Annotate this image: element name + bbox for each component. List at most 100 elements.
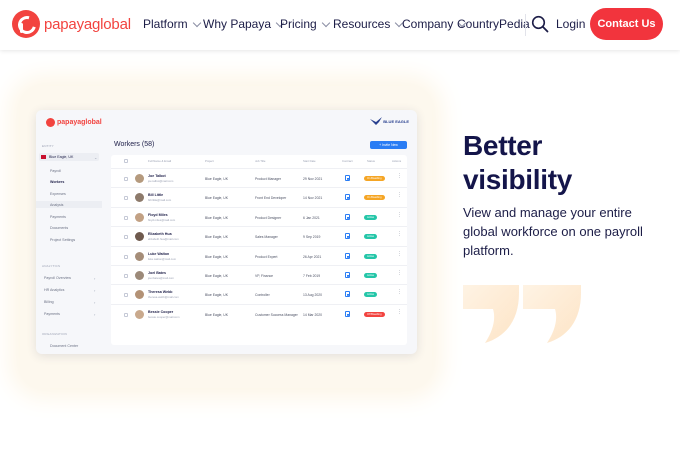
worker-start-date: 14 Mar 2020 — [303, 312, 323, 317]
contract-document-icon[interactable] — [345, 272, 350, 278]
mockup-logo-text: papayaglobal — [57, 119, 102, 126]
status-badge: Active — [364, 253, 378, 259]
sidebar-item[interactable]: HR Analytics — [44, 288, 64, 292]
worker-name: Joel Bates — [148, 271, 166, 275]
worker-project: Blue Eagle, UK — [205, 177, 228, 181]
search-icon[interactable] — [531, 15, 549, 33]
nav-item-pricing[interactable]: Pricing — [280, 17, 330, 31]
more-actions-icon[interactable]: ⋮ — [397, 174, 402, 179]
worker-project: Blue Eagle, UK — [205, 293, 228, 298]
nav-item-why-papaya[interactable]: Why Papaya — [203, 17, 285, 31]
mockup-logo: papayaglobal — [46, 118, 102, 127]
worker-start-date: 9 Sep 2019 — [303, 235, 321, 240]
status-badge: On Boarding — [364, 195, 385, 201]
sidebar-item[interactable]: Documents — [50, 226, 68, 230]
nav-item-company[interactable]: Company — [402, 17, 467, 31]
status-badge: Active — [364, 234, 378, 240]
uk-flag-icon — [41, 155, 46, 159]
more-actions-icon[interactable]: ⋮ — [397, 290, 402, 295]
row-checkbox[interactable] — [124, 196, 128, 201]
chevron-right-icon: › — [94, 300, 96, 305]
nav-item-label: Company — [402, 17, 454, 31]
sidebar-item[interactable]: Expenses — [50, 192, 66, 196]
table-row[interactable]: Joel Bates joel.bates@mail.com Blue Eagle,… — [111, 265, 407, 284]
more-actions-icon[interactable]: ⋮ — [397, 212, 402, 218]
status-badge: Active — [364, 273, 378, 278]
table-row[interactable]: Elizabeth Hua elizabeth.hua@mail.com Blue … — [111, 226, 407, 245]
mockup-logo-icon — [46, 118, 55, 127]
table-row[interactable]: Floyd Miles floyd.miles@mail.com Blue Eagl… — [111, 206, 407, 226]
hero-headline: Better visibility — [463, 129, 653, 197]
avatar — [135, 251, 144, 261]
chevron-right-icon: › — [94, 312, 96, 317]
product-screenshot: papayaglobal BLUE EAGLE ENTITY Blue Eagl… — [36, 110, 417, 354]
table-row[interactable]: Theresa Webb theresa.webb@mail.com Blue Ea… — [111, 284, 407, 303]
worker-job-title: Product Manager — [255, 177, 282, 181]
table-row[interactable]: Joe Talbot joe.talbot@mail.com Blue Eagle,… — [111, 168, 407, 187]
worker-start-date: 26 Apr 2021 — [303, 254, 322, 259]
worker-project: Blue Eagle, UK — [205, 254, 228, 259]
contract-document-icon[interactable] — [345, 194, 350, 201]
contract-document-icon[interactable] — [345, 291, 350, 298]
worker-start-date: 29 Nov 2021 — [303, 177, 323, 181]
sidebar-section-label: ANALYTICS — [42, 264, 61, 268]
table-row[interactable]: Luke Walton luke.walton@mail.com Blue Eagl… — [111, 245, 407, 265]
workers-table: Full Name & Email Project Job Title Star… — [111, 155, 407, 345]
sidebar-item[interactable]: Document Center — [50, 344, 78, 348]
worker-start-date: 7 Feb 2019 — [303, 274, 321, 278]
sidebar-item[interactable]: Payments — [44, 312, 60, 316]
nav-item-countrypedia[interactable]: CountryPedia — [457, 17, 530, 31]
worker-project: Blue Eagle, UK — [205, 312, 228, 317]
contract-document-icon[interactable] — [345, 310, 350, 317]
contract-document-icon[interactable] — [345, 175, 350, 181]
more-actions-icon[interactable]: ⋮ — [397, 309, 402, 315]
table-row[interactable]: Bill Little bill.little@mail.com Blue Eagl… — [111, 187, 407, 206]
sidebar-item[interactable]: Analysis — [50, 203, 63, 207]
status-badge: Active — [364, 292, 378, 298]
login-link[interactable]: Login — [556, 17, 585, 31]
worker-job-title: VP, Finance — [255, 274, 274, 278]
more-actions-icon[interactable]: ⋮ — [397, 232, 402, 237]
row-checkbox[interactable] — [124, 235, 128, 240]
worker-start-date: 13 Aug 2020 — [303, 293, 323, 298]
row-checkbox[interactable] — [124, 274, 128, 278]
contract-document-icon[interactable] — [345, 233, 350, 240]
worker-job-title: Controller — [255, 293, 270, 298]
more-actions-icon[interactable]: ⋮ — [397, 251, 402, 257]
worker-name: Floyd Miles — [148, 212, 168, 217]
sidebar-item-active[interactable]: Workers — [50, 180, 64, 184]
quote-mark-icon — [463, 285, 581, 343]
row-checkbox[interactable] — [124, 177, 128, 181]
row-checkbox[interactable] — [124, 293, 128, 298]
chevron-down-icon — [192, 18, 201, 27]
more-actions-icon[interactable]: ⋮ — [397, 271, 402, 276]
worker-project: Blue Eagle, UK — [205, 196, 228, 201]
top-navigation: papayaglobal Platform Why Papaya Pricing… — [0, 0, 680, 50]
worker-email: joe.talbot@mail.com — [148, 179, 174, 183]
nav-item-resources[interactable]: Resources — [333, 17, 404, 31]
chevron-right-icon: › — [94, 288, 96, 293]
nav-item-platform[interactable]: Platform — [143, 17, 201, 31]
sidebar-item[interactable]: Payroll Overview — [44, 276, 71, 280]
row-checkbox[interactable] — [124, 312, 128, 317]
sidebar-item[interactable]: Payroll — [50, 169, 61, 173]
contract-document-icon[interactable] — [345, 252, 350, 259]
worker-name: Elizabeth Hua — [148, 232, 172, 237]
papaya-logo[interactable]: papayaglobal — [12, 10, 131, 38]
status-badge: On Boarding — [364, 176, 385, 181]
more-actions-icon[interactable]: ⋮ — [397, 193, 402, 198]
contact-us-button[interactable]: Contact Us — [590, 8, 663, 40]
column-header: Job Title — [255, 159, 266, 163]
row-checkbox[interactable] — [124, 254, 128, 259]
worker-start-date: 6 Jan 2021 — [303, 215, 320, 220]
invite-new-button[interactable]: + Invite New — [370, 141, 407, 149]
worker-start-date: 14 Nov 2021 — [303, 196, 323, 201]
worker-email: joel.bates@mail.com — [148, 276, 175, 280]
column-header: Full Name & Email — [148, 159, 172, 163]
contract-document-icon[interactable] — [345, 213, 350, 220]
table-row[interactable]: Bessie Cooper bessie.cooper@mail.com Blue … — [111, 303, 407, 323]
sidebar-item[interactable]: Project Settings — [50, 238, 75, 242]
sidebar-item[interactable]: Billing — [44, 300, 54, 304]
sidebar-item[interactable]: Payments — [50, 215, 66, 219]
row-checkbox[interactable] — [124, 215, 128, 220]
